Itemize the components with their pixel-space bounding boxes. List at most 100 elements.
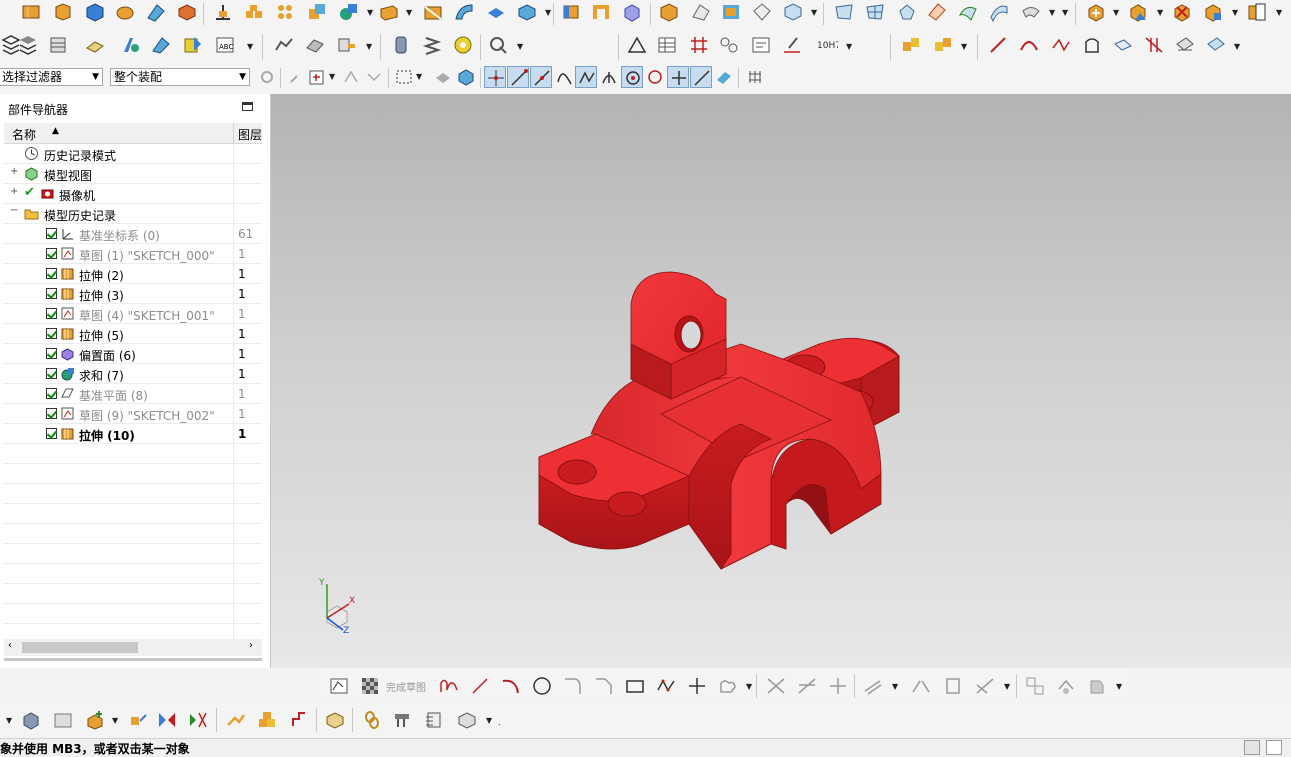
finish-sketch-icon[interactable] [359, 675, 381, 697]
replace-component-icon[interactable] [1202, 1, 1224, 23]
replace-assembly-icon[interactable] [456, 709, 478, 731]
snap-enable-icon[interactable] [484, 66, 506, 88]
spline-tool-icon[interactable] [1050, 34, 1072, 56]
derived-line-icon[interactable] [974, 675, 996, 697]
column-name-header[interactable]: 名称 [12, 126, 36, 143]
ruled-surface-icon[interactable] [988, 1, 1010, 23]
point-icon[interactable] [686, 675, 708, 697]
emboss-icon[interactable] [720, 1, 742, 23]
thicken-icon[interactable] [516, 1, 538, 23]
tolerance-tool-icon[interactable]: 10H7 [816, 34, 838, 56]
point-constructor-icon[interactable] [306, 66, 328, 88]
maximize-icon[interactable] [242, 102, 253, 111]
scroll-left-icon[interactable]: ‹ [8, 640, 12, 651]
attribute-icon[interactable]: ABC [214, 34, 236, 56]
feature-checkbox[interactable] [46, 408, 57, 419]
clearance-analysis-icon[interactable] [423, 709, 445, 731]
move-to-layer-icon[interactable] [84, 34, 106, 56]
circle-icon[interactable] [531, 675, 553, 697]
reposition-icon[interactable] [1246, 1, 1268, 23]
sketch-plane-icon[interactable] [328, 675, 350, 697]
navigator-row[interactable]: + ✔ 摄像机 [4, 184, 262, 204]
curve-offset-icon[interactable] [273, 34, 295, 56]
scroll-right-icon[interactable]: › [249, 640, 253, 651]
feature-checkbox[interactable] [46, 228, 57, 239]
assembly-sequence-icon[interactable] [52, 709, 74, 731]
navigator-row[interactable]: − 模型历史记录 [4, 204, 262, 224]
split-body-icon[interactable] [422, 1, 444, 23]
snap-endpoint-icon[interactable] [507, 66, 529, 88]
combine-icon[interactable] [306, 1, 328, 23]
washer-icon[interactable] [452, 34, 474, 56]
geometric-constraints-icon[interactable] [1024, 675, 1046, 697]
trim-curve-icon[interactable] [1112, 34, 1134, 56]
collapse-icon[interactable]: − [10, 205, 18, 216]
rectangle-icon[interactable] [624, 675, 646, 697]
horizontal-scrollbar[interactable]: ‹ › [4, 639, 262, 656]
add-component-icon[interactable] [84, 709, 106, 731]
draft-icon[interactable] [560, 1, 582, 23]
circles-tool-icon[interactable] [718, 34, 740, 56]
pattern-curve-icon[interactable] [942, 675, 964, 697]
pattern-component-icon[interactable] [187, 709, 209, 731]
revolve-tool-icon[interactable] [52, 1, 74, 23]
note-tool-icon[interactable] [750, 34, 772, 56]
swept-surface-icon[interactable] [957, 1, 979, 23]
snap-midpoint-icon[interactable] [530, 66, 552, 88]
assembly-scope-dropdown[interactable]: 整个装配 ▼ [110, 68, 250, 86]
assembly-navigator-icon[interactable] [20, 709, 42, 731]
sort-ascending-icon[interactable]: ▲ [52, 126, 59, 136]
feature-checkbox[interactable] [46, 288, 57, 299]
intersect-curve-icon[interactable] [1205, 34, 1227, 56]
show-constraints-icon[interactable] [1086, 675, 1108, 697]
boss-icon[interactable] [621, 1, 643, 23]
table-tool-icon[interactable] [656, 34, 678, 56]
navigator-row[interactable]: 草图 (1) "SKETCH_000" 1 [4, 244, 262, 264]
surface-through-curves-icon[interactable] [833, 1, 855, 23]
feature-checkbox[interactable] [46, 348, 57, 359]
blank-icon[interactable] [182, 34, 204, 56]
feature-checkbox[interactable] [46, 388, 57, 399]
block-tool-icon[interactable] [84, 1, 106, 23]
divide-curve-icon[interactable] [1143, 34, 1165, 56]
snap-grid-icon[interactable] [744, 66, 766, 88]
arc-icon[interactable] [500, 675, 522, 697]
wave-manager-icon[interactable] [324, 709, 346, 731]
status-icon-2[interactable] [1266, 740, 1282, 755]
chain-link-icon[interactable] [361, 709, 383, 731]
snap-control-point-icon[interactable] [553, 66, 575, 88]
sweep-icon[interactable] [453, 1, 475, 23]
filter-gear-icon[interactable] [256, 66, 278, 88]
snap-relation-icon[interactable] [363, 66, 385, 88]
navigator-row[interactable]: 草图 (9) "SKETCH_002" 1 [4, 404, 262, 424]
line-icon[interactable] [469, 675, 491, 697]
feature-checkbox[interactable] [46, 268, 57, 279]
exploded-view-icon[interactable] [225, 709, 247, 731]
spring-icon[interactable] [421, 34, 443, 56]
navigator-row[interactable]: 求和 (7) 1 [4, 364, 262, 384]
cylinder-icon[interactable] [390, 34, 412, 56]
quick-extend-icon[interactable] [796, 675, 818, 697]
status-icon-1[interactable] [1244, 740, 1260, 755]
view-triad[interactable]: Y X Z [313, 578, 363, 638]
project-curve-icon[interactable] [1174, 34, 1196, 56]
column-layer-header[interactable]: 图层 [238, 126, 262, 143]
profile-tool-icon[interactable] [1081, 34, 1103, 56]
selection-filter-dropdown[interactable]: 选择过滤器 ▼ [0, 68, 103, 86]
graphics-viewport[interactable]: Y X Z [271, 94, 1291, 668]
polygon-icon[interactable] [717, 675, 739, 697]
shell-tool-icon[interactable] [114, 1, 136, 23]
fillet-icon[interactable] [562, 675, 584, 697]
dimension-tool-icon[interactable] [781, 34, 803, 56]
studio-surface-icon[interactable] [926, 1, 948, 23]
navigator-row[interactable]: 拉伸 (3) 1 [4, 284, 262, 304]
snap-point-on-curve-icon[interactable] [690, 66, 712, 88]
offset-curve-icon[interactable] [862, 675, 884, 697]
snap-quadrant-icon[interactable] [644, 66, 666, 88]
navigator-row[interactable]: + 模型视图 [4, 164, 262, 184]
feature-checkbox[interactable] [46, 368, 57, 379]
navigator-row[interactable]: 拉伸 (10) 1 [4, 424, 262, 444]
surface-offset-icon[interactable] [304, 34, 326, 56]
rib-icon[interactable] [782, 1, 804, 23]
offset-face-tool-icon[interactable] [485, 1, 507, 23]
